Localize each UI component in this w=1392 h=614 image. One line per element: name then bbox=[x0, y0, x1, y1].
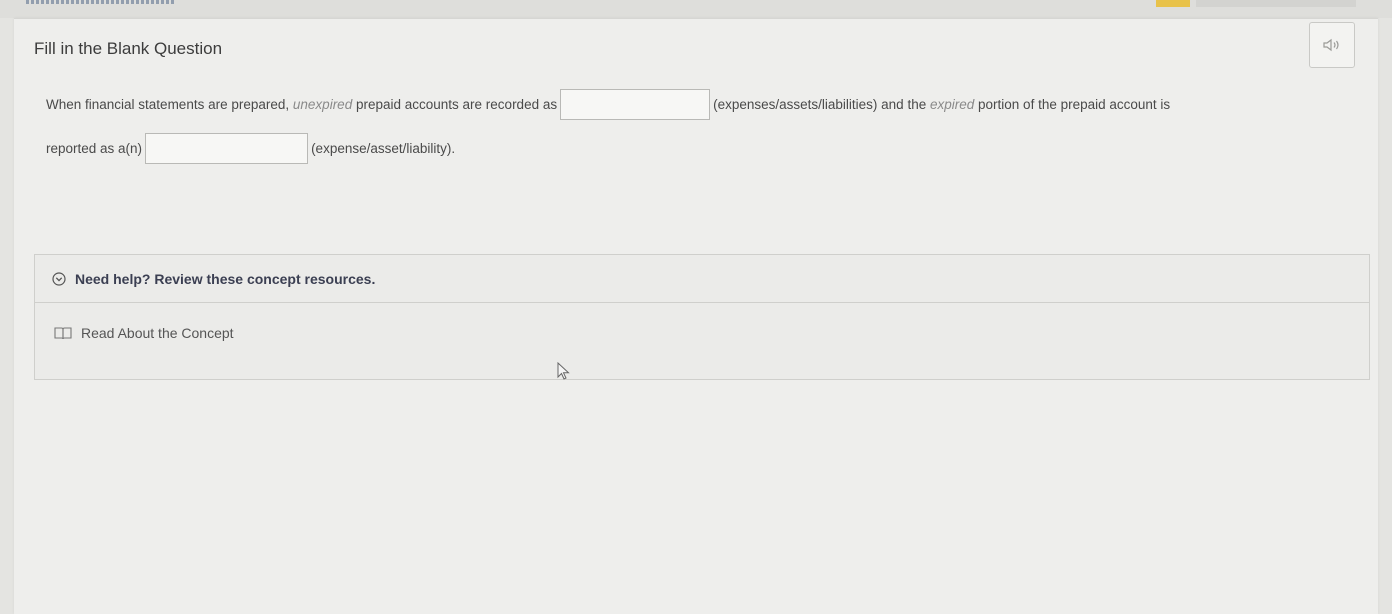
help-panel: Need help? Review these concept resource… bbox=[34, 254, 1370, 380]
blank-2-input[interactable] bbox=[145, 132, 309, 164]
audio-button[interactable] bbox=[1309, 22, 1355, 68]
blank-1-input[interactable] bbox=[560, 88, 711, 120]
line1-prefix: When financial statements are prepared, bbox=[46, 96, 290, 112]
read-about-concept-label: Read About the Concept bbox=[81, 325, 234, 341]
progress-indicator bbox=[26, 0, 176, 4]
speaker-icon bbox=[1323, 38, 1339, 52]
line2-prefix: reported as a(n) bbox=[46, 140, 143, 156]
book-icon bbox=[54, 327, 72, 340]
question-line-2: reported as a(n) (expense/asset/liabilit… bbox=[46, 131, 1346, 165]
question-card: Fill in the Blank Question When financia… bbox=[14, 18, 1378, 614]
line1-emphasis-expired: expired bbox=[929, 96, 975, 112]
mouse-cursor-icon bbox=[557, 362, 570, 380]
question-title: Fill in the Blank Question bbox=[34, 39, 223, 58]
chevron-circle-icon bbox=[52, 271, 66, 286]
line2-suffix: (expense/asset/liability). bbox=[311, 140, 456, 156]
help-title: Need help? Review these concept resource… bbox=[75, 270, 376, 287]
help-toggle[interactable]: Need help? Review these concept resource… bbox=[35, 255, 1369, 303]
line1-middle: prepaid accounts are recorded as bbox=[355, 96, 558, 112]
line1-suffix: portion of the prepaid account is bbox=[978, 96, 1171, 112]
question-body: When financial statements are prepared, … bbox=[46, 87, 1346, 165]
top-strip bbox=[0, 0, 1392, 18]
top-gray-bar bbox=[1196, 0, 1356, 7]
top-accent-bar bbox=[1156, 0, 1190, 7]
question-line-1: When financial statements are prepared, … bbox=[46, 87, 1346, 121]
line1-after-blank: (expenses/assets/liabilities) and the bbox=[713, 96, 927, 112]
line1-emphasis-unexpired: unexpired bbox=[292, 96, 353, 112]
read-about-concept-link[interactable]: Read About the Concept bbox=[35, 303, 1369, 381]
